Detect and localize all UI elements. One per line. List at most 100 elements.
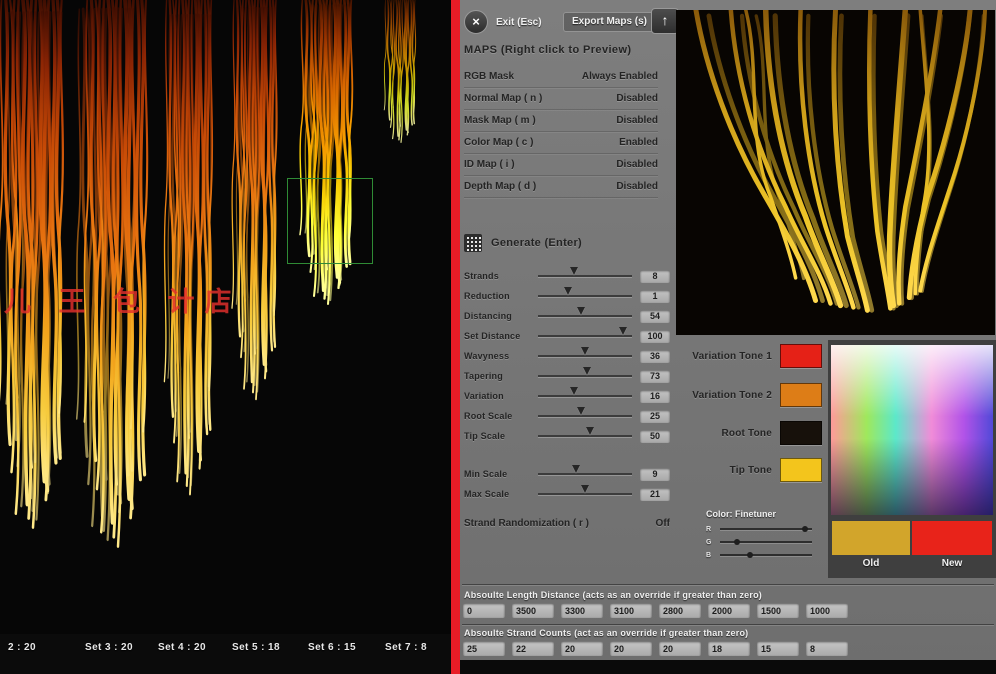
slider-label: Min Scale <box>464 469 508 479</box>
max-scale-slider[interactable] <box>538 485 632 495</box>
slider-thumb[interactable] <box>577 407 586 415</box>
map-status: Disabled <box>616 115 658 126</box>
count-input-0[interactable] <box>463 641 505 656</box>
map-row-rgb-mask[interactable]: RGB Mask Always Enabled <box>464 66 658 88</box>
map-row-mask-map[interactable]: Mask Map ( m ) Disabled <box>464 110 658 132</box>
variation-tone-1-swatch[interactable] <box>780 344 822 368</box>
count-input-5[interactable] <box>708 641 750 656</box>
length-input-4[interactable] <box>659 603 701 618</box>
strands-slider[interactable] <box>538 267 632 277</box>
selection-box <box>287 178 373 264</box>
variation-tone-2-swatch[interactable] <box>780 383 822 407</box>
old-color-swatch[interactable] <box>832 521 910 555</box>
length-input-3[interactable] <box>610 603 652 618</box>
slider-thumb[interactable] <box>582 367 591 375</box>
length-input-0[interactable] <box>463 603 505 618</box>
root-scale-slider[interactable] <box>538 407 632 417</box>
length-override-label: Absoulte Length Distance (acts as an ove… <box>464 590 762 600</box>
randomization-value: Off <box>655 518 670 529</box>
length-input-1[interactable] <box>512 603 554 618</box>
slider-thumb[interactable] <box>747 552 754 558</box>
count-input-1[interactable] <box>512 641 554 656</box>
map-label: Color Map ( c ) <box>464 137 534 148</box>
map-row-normal-map[interactable]: Normal Map ( n ) Disabled <box>464 88 658 110</box>
maps-list: RGB Mask Always Enabled Normal Map ( n )… <box>464 66 658 198</box>
slider-thumb[interactable] <box>581 485 589 493</box>
strand-set-5[interactable] <box>226 0 286 420</box>
count-input-7[interactable] <box>806 641 848 656</box>
slider-value[interactable]: 21 <box>640 487 670 501</box>
red-finetune-slider[interactable] <box>720 526 812 532</box>
count-input-6[interactable] <box>757 641 799 656</box>
slider-thumb[interactable] <box>569 267 578 275</box>
distancing-slider[interactable] <box>538 307 632 317</box>
tapering-slider[interactable] <box>538 367 632 377</box>
slider-thumb[interactable] <box>733 539 740 545</box>
slider-thumb[interactable] <box>801 526 808 532</box>
length-input-7[interactable] <box>806 603 848 618</box>
length-override-row <box>463 603 848 618</box>
slider-value[interactable]: 1 <box>640 289 670 303</box>
set-distance-slider[interactable] <box>538 327 632 337</box>
upload-arrow-icon[interactable]: ↑ <box>651 8 679 34</box>
slider-value[interactable]: 73 <box>640 369 670 383</box>
root-tone-swatch[interactable] <box>780 421 822 445</box>
finetuner-row-r: R <box>706 524 812 534</box>
slider-value[interactable]: 54 <box>640 309 670 323</box>
slider-thumb[interactable] <box>564 287 573 295</box>
hue-saturation-picker[interactable] <box>831 345 993 515</box>
length-input-6[interactable] <box>757 603 799 618</box>
strand-set-6[interactable] <box>293 0 363 320</box>
slider-label: Set Distance <box>464 331 521 341</box>
channel-label: R <box>706 525 712 533</box>
exit-label: Exit (Esc) <box>496 16 542 28</box>
slider-thumb[interactable] <box>571 465 580 473</box>
count-input-3[interactable] <box>610 641 652 656</box>
blue-finetune-slider[interactable] <box>720 552 812 558</box>
tip-tone-swatch[interactable] <box>780 458 822 482</box>
reduction-slider[interactable] <box>538 287 632 297</box>
strand-viewport[interactable]: 儿 王 包 计店 2 : 20 Set 3 : 20 Set 4 : 20 Se… <box>0 0 451 674</box>
slider-thumb[interactable] <box>618 327 627 335</box>
slider-label: Root Scale <box>464 411 513 421</box>
set-label: Set 5 : 18 <box>232 642 280 653</box>
strand-set-7[interactable] <box>380 0 422 150</box>
count-input-4[interactable] <box>659 641 701 656</box>
finetuner-row-g: G <box>706 537 812 547</box>
green-finetune-slider[interactable] <box>720 539 812 545</box>
strand-set-4[interactable] <box>158 0 222 520</box>
old-label: Old <box>862 558 880 569</box>
slider-row-tapering: Tapering 73 <box>464 367 670 384</box>
map-row-color-map[interactable]: Color Map ( c ) Enabled <box>464 132 658 154</box>
generate-button[interactable]: Generate (Enter) <box>464 234 582 252</box>
slider-label: Strands <box>464 271 499 281</box>
maps-section-header: MAPS (Right click to Preview) <box>464 44 632 56</box>
panel-divider <box>451 0 460 674</box>
slider-row-reduction: Reduction 1 <box>464 287 670 304</box>
slider-label: Reduction <box>464 291 510 301</box>
slider-thumb[interactable] <box>577 307 586 315</box>
map-row-id-map[interactable]: ID Map ( i ) Disabled <box>464 154 658 176</box>
close-icon[interactable]: × <box>464 10 488 34</box>
slider-label: Tip Scale <box>464 431 506 441</box>
count-input-2[interactable] <box>561 641 603 656</box>
slider-label: Wavyness <box>464 351 510 361</box>
strand-set-2[interactable] <box>0 0 76 555</box>
slider-value[interactable]: 100 <box>640 329 670 343</box>
new-color-swatch[interactable] <box>912 521 992 555</box>
exit-button[interactable]: × Exit (Esc) <box>464 10 542 34</box>
length-input-2[interactable] <box>561 603 603 618</box>
slider-thumb[interactable] <box>569 387 578 395</box>
set-label: Set 7 : 8 <box>385 642 427 653</box>
export-maps-button[interactable]: Export Maps (s) <box>563 12 657 32</box>
length-input-5[interactable] <box>708 603 750 618</box>
grid-icon <box>464 234 482 252</box>
tone-label: Root Tone <box>721 427 772 439</box>
map-row-depth-map[interactable]: Depth Map ( d ) Disabled <box>464 176 658 198</box>
slider-value[interactable]: 8 <box>640 269 670 283</box>
new-label: New <box>941 558 963 569</box>
map-status: Always Enabled <box>581 71 658 82</box>
color-picker-panel: Old New <box>828 340 996 578</box>
strand-randomization-toggle[interactable]: Strand Randomization ( r ) Off <box>464 518 670 529</box>
map-status: Disabled <box>616 159 658 170</box>
